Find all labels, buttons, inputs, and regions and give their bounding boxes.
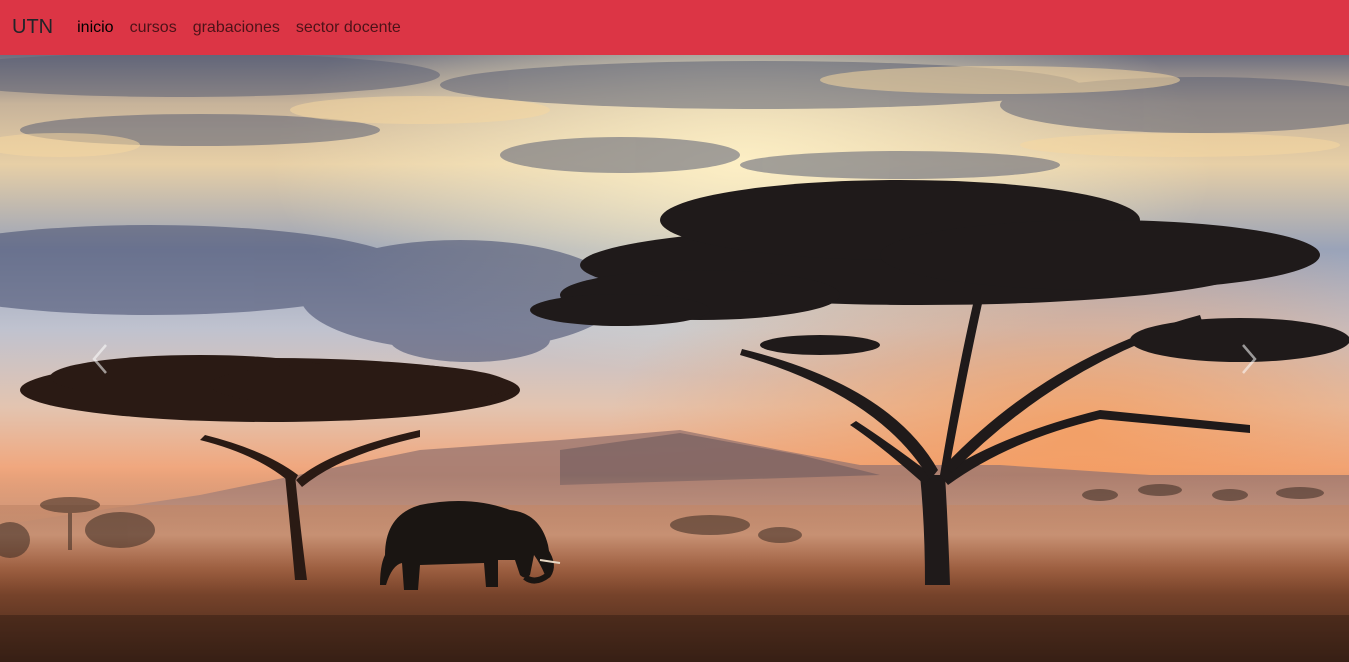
chevron-left-icon (92, 343, 107, 374)
nav-link-cursos[interactable]: cursos (122, 0, 185, 55)
brand-logo[interactable]: UTN (12, 0, 53, 55)
nav-link-grabaciones[interactable]: grabaciones (185, 0, 288, 55)
nav-link-inicio[interactable]: inicio (69, 0, 121, 55)
top-navbar: UTN inicio cursos grabaciones sector doc… (0, 0, 1349, 55)
nav-item-grabaciones: grabaciones (185, 0, 288, 55)
carousel-prev-button[interactable] (0, 55, 200, 662)
nav-menu: inicio cursos grabaciones sector docente (69, 0, 409, 55)
nav-item-sector-docente: sector docente (288, 0, 409, 55)
chevron-right-icon (1242, 343, 1257, 374)
hero-carousel (0, 55, 1349, 662)
nav-item-cursos: cursos (122, 0, 185, 55)
nav-link-sector-docente[interactable]: sector docente (288, 0, 409, 55)
carousel-slide-image (0, 55, 1349, 662)
carousel-next-button[interactable] (1149, 55, 1349, 662)
nav-item-inicio: inicio (69, 0, 121, 55)
